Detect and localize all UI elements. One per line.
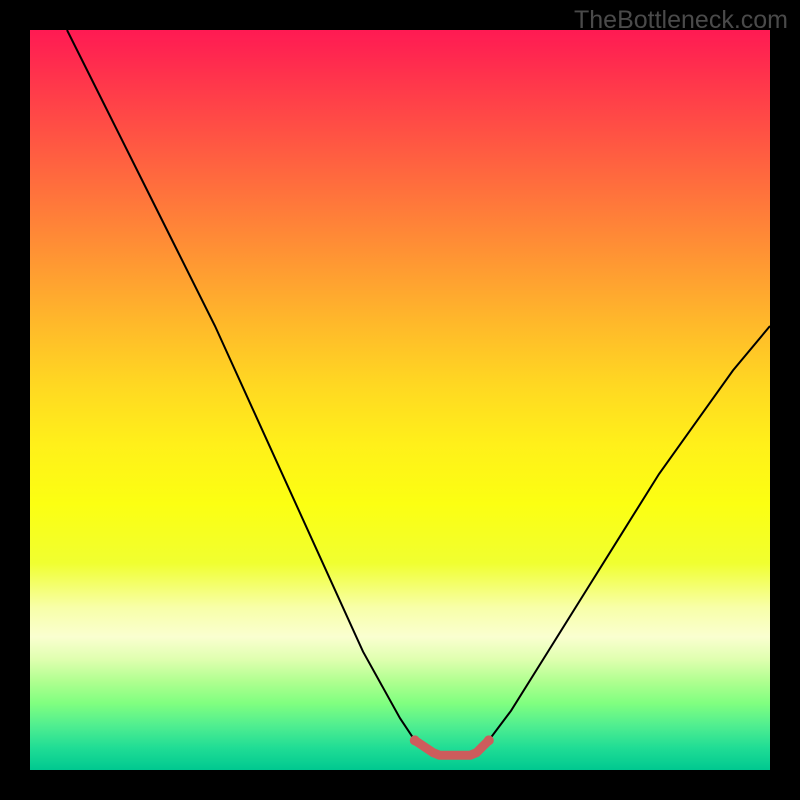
watermark-text: TheBottleneck.com [574,6,788,35]
plot-area [30,30,770,770]
chart-svg [30,30,770,770]
optimal-band-marker [415,740,489,755]
bottleneck-curve-path [67,30,770,755]
optimal-band-end-dot [484,735,494,745]
optimal-band-start-dot [410,735,420,745]
